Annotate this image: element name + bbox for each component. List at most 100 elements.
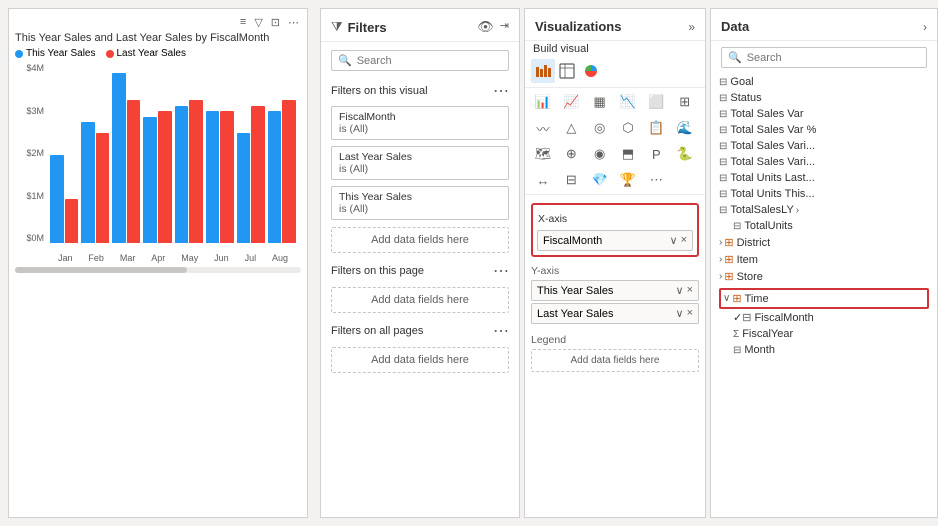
xaxis-field-row[interactable]: FiscalMonth ∨ × bbox=[537, 230, 693, 251]
filter-icon[interactable]: ▽ bbox=[252, 15, 264, 30]
bar-red-4[interactable] bbox=[189, 100, 203, 243]
bar-red-7[interactable] bbox=[282, 100, 296, 243]
chart-scrollbar[interactable] bbox=[15, 267, 301, 273]
bar-blue-3[interactable] bbox=[143, 117, 157, 243]
viz-icon-20[interactable]: ⊟ bbox=[559, 168, 583, 192]
tree-item-total-sales-var[interactable]: ⊟Total Sales Var bbox=[717, 106, 931, 122]
tree-item-total-sales-vari---[interactable]: ⊟Total Sales Vari... bbox=[717, 154, 931, 170]
viz-icon-3[interactable]: ▦ bbox=[588, 90, 612, 114]
viz-type-pie-icon[interactable] bbox=[579, 59, 603, 83]
viz-icon-9[interactable]: ◎ bbox=[588, 116, 612, 140]
bar-blue-6[interactable] bbox=[237, 133, 251, 243]
viz-icon-14[interactable]: ⊕ bbox=[559, 142, 583, 166]
add-data-page-btn[interactable]: Add data fields here bbox=[331, 287, 509, 313]
filters-search-box[interactable]: 🔍 bbox=[331, 50, 509, 71]
bar-red-3[interactable] bbox=[158, 111, 172, 243]
add-data-all-btn[interactable]: Add data fields here bbox=[331, 347, 509, 373]
viz-icon-4[interactable]: 📉 bbox=[616, 90, 640, 114]
legend-add-data-btn[interactable]: Add data fields here bbox=[531, 349, 699, 372]
checkbox-fiscalmonth[interactable]: ✓ bbox=[733, 311, 742, 324]
viz-expand-icon[interactable]: » bbox=[688, 20, 695, 34]
eye-icon[interactable]: 👁 bbox=[477, 19, 494, 35]
tree-item-status[interactable]: ⊟Status bbox=[717, 90, 931, 106]
yaxis-field-row-2[interactable]: Last Year Sales ∨ × bbox=[531, 303, 699, 324]
viz-icon-5[interactable]: ⬜ bbox=[644, 90, 668, 114]
data-panel-expand-icon[interactable]: › bbox=[923, 20, 927, 34]
store-expand-icon[interactable]: › bbox=[719, 271, 722, 282]
viz-icon-16[interactable]: ⬒ bbox=[616, 142, 640, 166]
data-search-input[interactable] bbox=[747, 52, 920, 64]
viz-icon-17[interactable]: Ρ bbox=[644, 142, 668, 166]
viz-type-table-icon[interactable] bbox=[555, 59, 579, 83]
viz-icon-6[interactable]: ⊞ bbox=[673, 90, 697, 114]
viz-icon-21[interactable]: 💎 bbox=[588, 168, 612, 192]
viz-icon-18[interactable]: 🐍 bbox=[673, 142, 697, 166]
on-all-pages-more-icon[interactable]: ⋯ bbox=[493, 321, 509, 341]
viz-icon-23[interactable]: ⋯ bbox=[644, 168, 668, 192]
filter-item-fiscalmonth[interactable]: FiscalMonth is (All) bbox=[331, 106, 509, 140]
viz-icon-15[interactable]: ◉ bbox=[588, 142, 612, 166]
bar-red-5[interactable] bbox=[220, 111, 234, 243]
tree-item-total-sales-vari---[interactable]: ⊟Total Sales Vari... bbox=[717, 138, 931, 154]
viz-icon-11[interactable]: 📋 bbox=[644, 116, 668, 140]
viz-icon-10[interactable]: ⬡ bbox=[616, 116, 640, 140]
add-data-visual-btn[interactable]: Add data fields here bbox=[331, 227, 509, 253]
time-expand-icon[interactable]: ∨ bbox=[723, 293, 730, 304]
tree-item-total-sales-var--[interactable]: ⊟Total Sales Var % bbox=[717, 122, 931, 138]
bar-red-0[interactable] bbox=[65, 199, 79, 243]
yaxis-2-close-icon[interactable]: × bbox=[687, 307, 693, 320]
viz-icon-12[interactable]: 🌊 bbox=[673, 116, 697, 140]
bar-blue-1[interactable] bbox=[81, 122, 95, 243]
viz-icon-19[interactable]: ↔ bbox=[531, 168, 555, 192]
viz-type-bar-icon[interactable] bbox=[531, 59, 555, 83]
bar-red-6[interactable] bbox=[251, 106, 265, 243]
xaxis-chevron-icon[interactable]: ∨ bbox=[670, 234, 678, 247]
xaxis-close-icon[interactable]: × bbox=[681, 234, 687, 247]
viz-icon-7[interactable]: 〰 bbox=[531, 116, 555, 140]
filter-item-lastyear[interactable]: Last Year Sales is (All) bbox=[331, 146, 509, 180]
tree-group-time[interactable]: ∨⊞Time bbox=[719, 288, 929, 309]
tree-group-item[interactable]: ›⊞Item bbox=[717, 251, 931, 268]
tree-item-fiscalyear[interactable]: ΣFiscalYear bbox=[717, 326, 931, 342]
tree-item-totalunits[interactable]: ⊟TotalUnits bbox=[717, 218, 931, 234]
tree-group-store[interactable]: ›⊞Store bbox=[717, 268, 931, 285]
more-icon[interactable]: ⋯ bbox=[286, 15, 301, 30]
yaxis-2-chevron-icon[interactable]: ∨ bbox=[676, 307, 684, 320]
district-expand-icon[interactable]: › bbox=[719, 237, 722, 248]
bar-red-1[interactable] bbox=[96, 133, 110, 243]
tree-item-total-units-this---[interactable]: ⊟Total Units This... bbox=[717, 186, 931, 202]
yaxis-field-row-1[interactable]: This Year Sales ∨ × bbox=[531, 280, 699, 301]
viz-icon-22[interactable]: 🏆 bbox=[616, 168, 640, 192]
expand-icon[interactable]: ⊡ bbox=[269, 15, 282, 30]
bar-blue-2[interactable] bbox=[112, 73, 126, 243]
on-page-more-icon[interactable]: ⋯ bbox=[493, 261, 509, 281]
viz-icon-2[interactable]: 📈 bbox=[559, 90, 583, 114]
on-visual-more-icon[interactable]: ⋯ bbox=[493, 81, 509, 101]
tree-item-goal[interactable]: ⊟Goal bbox=[717, 74, 931, 90]
bar-blue-0[interactable] bbox=[50, 155, 64, 243]
scrollbar-thumb[interactable] bbox=[15, 267, 187, 273]
bar-blue-5[interactable] bbox=[206, 111, 220, 243]
filter-item-thisyear[interactable]: This Year Sales is (All) bbox=[331, 186, 509, 220]
bar-red-2[interactable] bbox=[127, 100, 141, 243]
viz-icon-13[interactable]: 🗺 bbox=[531, 142, 555, 166]
filters-search-input[interactable] bbox=[357, 55, 502, 67]
bar-blue-4[interactable] bbox=[175, 106, 189, 243]
data-search-box[interactable]: 🔍 bbox=[721, 47, 927, 68]
chart-title: This Year Sales and Last Year Sales by F… bbox=[15, 32, 301, 44]
tree-item-fiscalmonth[interactable]: ✓⊟FiscalMonth bbox=[717, 309, 931, 326]
expand-arrows-icon[interactable]: ⇥ bbox=[500, 19, 509, 35]
tree-group-district[interactable]: ›⊞District bbox=[717, 234, 931, 251]
bar-blue-7[interactable] bbox=[268, 111, 282, 243]
tree-item-month[interactable]: ⊟Month bbox=[717, 342, 931, 358]
viz-icon-1[interactable]: 📊 bbox=[531, 90, 555, 114]
item-expand-icon[interactable]: › bbox=[719, 254, 722, 265]
tree-item-total-units-last---[interactable]: ⊟Total Units Last... bbox=[717, 170, 931, 186]
yaxis-1-chevron-icon[interactable]: ∨ bbox=[676, 284, 684, 297]
menu-icon[interactable]: ≡ bbox=[238, 15, 248, 30]
tree-item-totalsalesly[interactable]: ⊟TotalSalesLY› bbox=[717, 202, 931, 218]
yaxis-1-close-icon[interactable]: × bbox=[687, 284, 693, 297]
viz-icon-8[interactable]: △ bbox=[559, 116, 583, 140]
tree-label-status: Status bbox=[730, 92, 761, 104]
expand-icon-totalsalesly[interactable]: › bbox=[796, 205, 799, 216]
